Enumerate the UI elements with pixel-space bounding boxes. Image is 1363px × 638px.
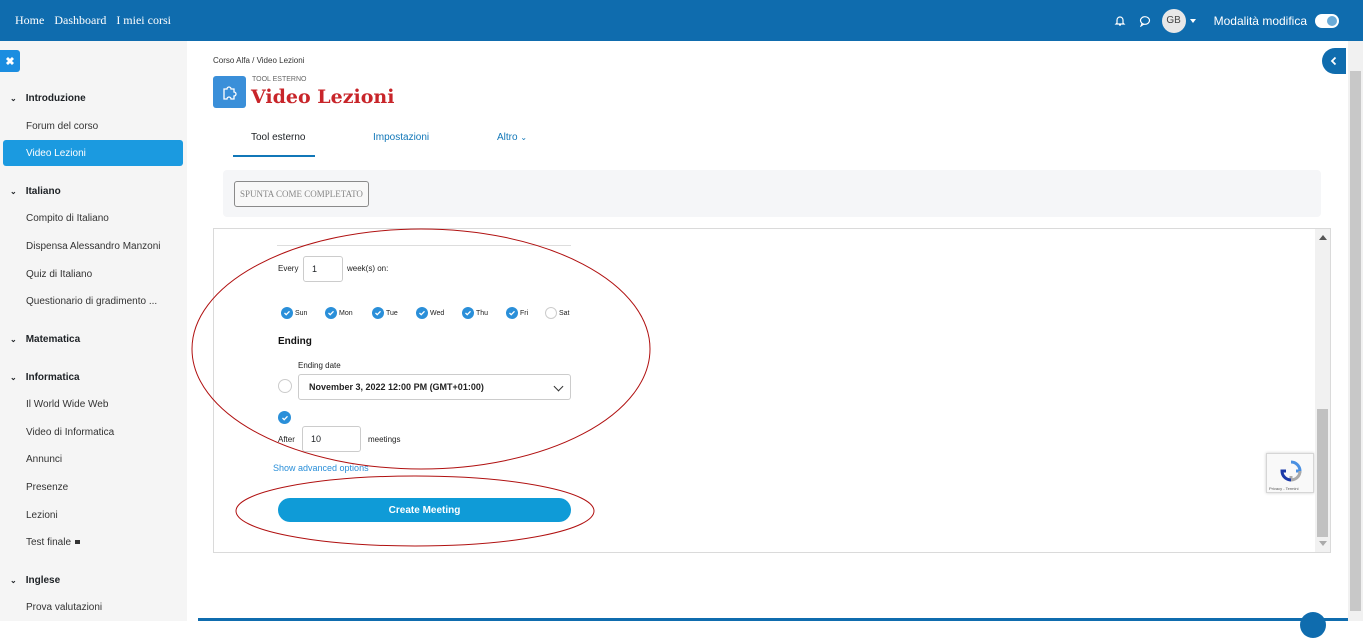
activity-completion-bar: SPUNTA COME COMPLETATO [223,170,1321,217]
close-drawer-icon[interactable]: ✖ [0,50,20,72]
chevron-down-icon: ⌄ [10,373,17,382]
chevron-down-icon: ⌄ [520,133,528,142]
sidebar-item-prova[interactable]: Prova valutazioni [26,602,102,613]
section-informatica[interactable]: ⌄ Informatica [10,372,80,383]
navbar-right: GB Modalità modifica [1109,0,1363,41]
chevron-down-icon [553,381,564,392]
chat-icon[interactable] [1134,10,1156,32]
day-thu[interactable]: Thu [462,307,488,319]
day-fri[interactable]: Fri [506,307,528,319]
course-index-sidebar: ✖ ⌄ Introduzione Forum del corso Video Le… [0,41,187,621]
section-introduzione[interactable]: ⌄ Introduzione [10,93,86,104]
user-menu-chevron-down-icon[interactable] [1189,18,1196,23]
checkbox-checked-icon [416,307,428,319]
chevron-down-icon: ⌄ [10,94,17,103]
every-label: Every [278,264,299,273]
sidebar-item-questionario[interactable]: Questionario di gradimento ... [26,296,157,307]
nav-dashboard-link[interactable]: Dashboard [54,13,106,28]
day-wed[interactable]: Wed [416,307,444,319]
checkbox-unchecked-icon [545,307,557,319]
puzzle-icon [213,76,246,108]
after-radio-checked[interactable] [278,411,291,424]
section-italiano[interactable]: ⌄ Italiano [10,186,61,197]
tab-altro[interactable]: Altro ⌄ [497,132,527,143]
sidebar-item-test-finale[interactable]: Test finale [26,537,81,548]
every-input[interactable]: 1 [303,256,343,282]
sidebar-item-compito[interactable]: Compito di Italiano [26,213,109,224]
meetings-label: meetings [368,435,401,444]
page-scroll-thumb[interactable] [1350,71,1361,611]
page-scrollbar[interactable] [1348,41,1363,621]
ending-date-select[interactable]: November 3, 2022 12:00 PM (GMT+01:00) [298,374,571,400]
ending-heading: Ending [278,336,312,347]
chevron-down-icon: ⌄ [10,187,17,196]
day-sun[interactable]: Sun [281,307,307,319]
sidebar-item-forum[interactable]: Forum del corso [26,121,98,132]
bell-icon[interactable] [1109,10,1131,32]
weeks-label: week(s) on: [347,264,389,273]
checkbox-checked-icon [506,307,518,319]
page-title: Video Lezioni [251,86,395,108]
chevron-left-icon [1330,56,1337,66]
chevron-down-icon: ⌄ [10,335,17,344]
sidebar-item-www[interactable]: Il World Wide Web [26,399,108,410]
nav-my-courses-link[interactable]: I miei corsi [116,13,171,28]
scroll-down-icon[interactable] [1319,541,1327,546]
edit-mode-toggle[interactable] [1315,13,1339,28]
checkbox-checked-icon [325,307,337,319]
lock-icon [75,540,81,544]
sidebar-item-annunci[interactable]: Annunci [26,454,62,465]
tab-tool-esterno[interactable]: Tool esterno [251,132,305,143]
section-inglese[interactable]: ⌄ Inglese [10,575,60,586]
after-label: After [278,435,295,444]
show-advanced-options-link[interactable]: Show advanced options [273,463,369,473]
tab-impostazioni[interactable]: Impostazioni [373,132,429,143]
breadcrumb[interactable]: Corso Alfa / Video Lezioni [213,56,304,65]
page-subtitle: TOOL ESTERNO [252,76,307,83]
sidebar-item-presenze[interactable]: Presenze [26,482,68,493]
frame-scrollbar[interactable] [1315,229,1330,552]
help-button[interactable] [1300,612,1326,638]
active-tab-indicator [233,155,315,157]
after-input[interactable]: 10 [302,426,361,452]
day-tue[interactable]: Tue [372,307,398,319]
recaptcha-badge[interactable]: Privacy - Termini [1266,453,1314,493]
ending-date-label: Ending date [298,361,341,370]
section-matematica[interactable]: ⌄ Matematica [10,334,80,345]
sidebar-item-video-lezioni[interactable]: Video Lezioni [3,140,183,166]
chevron-down-icon: ⌄ [10,576,17,585]
divider [277,245,571,246]
day-mon[interactable]: Mon [325,307,353,319]
sidebar-item-lezioni[interactable]: Lezioni [26,510,58,521]
recaptcha-icon [1280,460,1302,482]
user-avatar[interactable]: GB [1161,8,1186,33]
nav-home-link[interactable]: Home [15,13,44,28]
day-sat[interactable]: Sat [545,307,570,319]
ending-date-radio[interactable] [278,379,292,393]
secondary-nav-tabs: Tool esterno Impostazioni Altro ⌄ [233,122,1323,158]
scroll-thumb[interactable] [1317,409,1328,537]
edit-mode-label: Modalità modifica [1213,13,1307,28]
create-meeting-button[interactable]: Create Meeting [278,498,571,522]
checkbox-checked-icon [462,307,474,319]
checkbox-checked-icon [281,307,293,319]
sidebar-item-video-informatica[interactable]: Video di Informatica [26,427,114,438]
mark-complete-button[interactable]: SPUNTA COME COMPLETATO [234,181,369,207]
external-tool-frame: Every 1 week(s) on: Sun Mon Tue Wed Thu … [213,228,1331,553]
recaptcha-text: Privacy - Termini [1269,486,1299,491]
scroll-up-icon[interactable] [1319,235,1327,240]
open-block-drawer-button[interactable] [1322,48,1346,74]
checkbox-checked-icon [372,307,384,319]
sidebar-item-quiz[interactable]: Quiz di Italiano [26,269,92,280]
sidebar-item-dispensa[interactable]: Dispensa Alessandro Manzoni [26,241,161,252]
top-navbar: Home Dashboard I miei corsi GB Modalità … [0,0,1363,41]
